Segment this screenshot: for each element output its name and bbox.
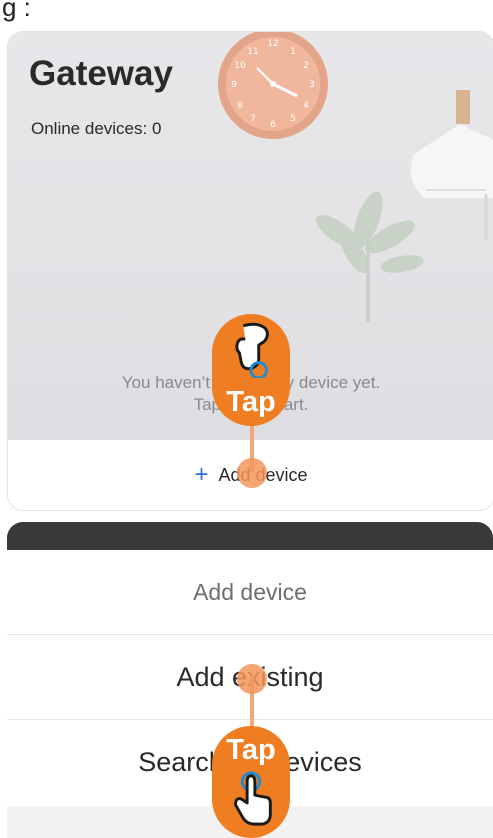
tap-hand-icon [235, 322, 269, 378]
tap-target-dot [237, 458, 267, 488]
svg-text:6: 6 [270, 120, 276, 130]
svg-text:5: 5 [290, 114, 296, 124]
svg-text:1: 1 [290, 47, 296, 57]
sheet-title: Add device [193, 578, 307, 605]
tap-target-dot [237, 664, 267, 694]
online-devices-count: Online devices: 0 [31, 119, 162, 138]
tap-hint-label: Tap [226, 386, 276, 418]
svg-text:7: 7 [250, 114, 256, 124]
svg-text:3: 3 [309, 80, 315, 90]
svg-text:4: 4 [303, 101, 309, 111]
svg-text:12: 12 [267, 39, 278, 49]
cropped-top-text: g : [2, 0, 31, 22]
svg-text:2: 2 [303, 61, 309, 71]
svg-text:10: 10 [234, 61, 246, 71]
svg-text:9: 9 [231, 80, 237, 90]
svg-text:8: 8 [237, 101, 243, 111]
plus-icon: + [194, 461, 209, 488]
dim-overlay [7, 522, 493, 550]
tap-hand-icon [234, 771, 272, 826]
plant-icon [315, 191, 424, 322]
page-title: Gateway [29, 54, 173, 93]
svg-text:11: 11 [247, 47, 258, 57]
tap-hint-badge: Tap [212, 726, 290, 838]
wall-clock-icon: 123 69 12 45 78 1011 [218, 32, 328, 139]
tap-hint-label: Tap [226, 734, 276, 766]
tap-hint-badge: Tap [212, 314, 290, 426]
